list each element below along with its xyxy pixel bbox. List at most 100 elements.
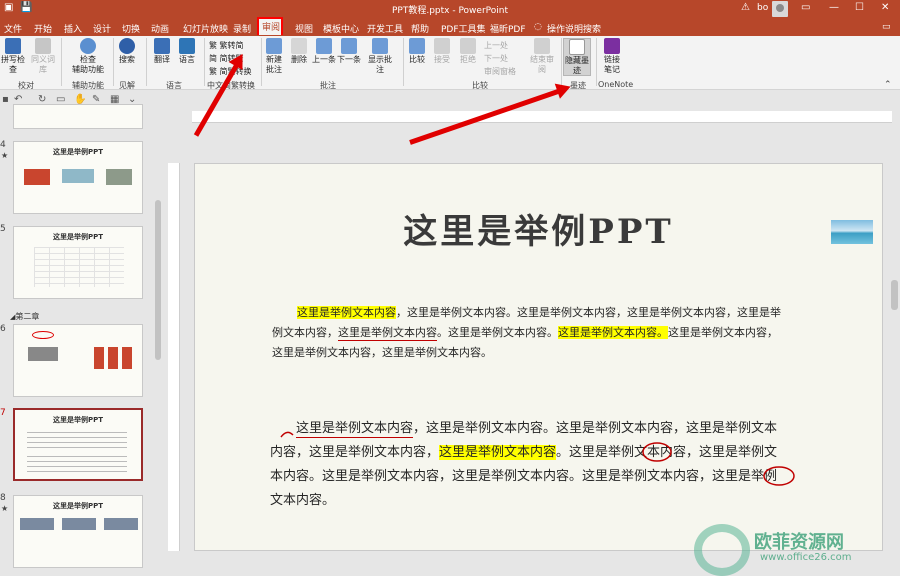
collapse-ribbon-icon[interactable]: ⌃ bbox=[884, 80, 892, 90]
group-label-accessibility: 辅助功能 bbox=[72, 81, 104, 90]
check-accessibility-button[interactable]: 检查 辅助功能 bbox=[66, 38, 110, 75]
maximize-icon[interactable]: ☐ bbox=[855, 2, 864, 13]
comments-icon[interactable]: ▭ bbox=[882, 22, 891, 32]
group-divider bbox=[561, 38, 562, 86]
group-label-ink: 墨迹 bbox=[570, 81, 586, 90]
user-name[interactable]: bo bbox=[757, 3, 768, 13]
thumbnail-image bbox=[62, 169, 94, 183]
onenote-icon bbox=[604, 38, 620, 54]
convert-icon: 繁 bbox=[209, 67, 217, 76]
slide-thumbnail-4[interactable]: 这里是举例PPT bbox=[13, 141, 143, 214]
ribbon-options-icon[interactable]: ▭ bbox=[801, 2, 810, 13]
tab-slideshow[interactable]: 幻灯片放映 bbox=[183, 22, 228, 35]
slide-thumbnail-panel: 4 ★ 这里是举例PPT 5 这里是举例PPT 第二章 6 7 这里是举例PPT… bbox=[0, 104, 162, 576]
minimize-icon[interactable]: — bbox=[829, 2, 839, 13]
group-label-comments: 批注 bbox=[320, 81, 336, 90]
prev-change-button[interactable]: 上一处 bbox=[484, 40, 508, 51]
thesaurus-button[interactable]: 同义词库 bbox=[28, 38, 58, 75]
tell-me-search[interactable]: 操作说明搜索 bbox=[547, 22, 601, 35]
slide-thumbnail-3[interactable] bbox=[13, 104, 143, 129]
new-comment-icon bbox=[266, 38, 282, 54]
animation-star-icon: ★ bbox=[1, 151, 9, 160]
slide-canvas[interactable]: 这里是举例PPT 这里是举例文本内容，这里是举例文本内容。这里是举例文本内容，这… bbox=[194, 163, 883, 551]
tab-animations[interactable]: 动画 bbox=[151, 22, 169, 35]
group-label-proofing: 校对 bbox=[18, 81, 34, 90]
translate-icon bbox=[154, 38, 170, 54]
tab-review[interactable]: 审阅 bbox=[257, 17, 283, 35]
ink-circle bbox=[763, 466, 795, 486]
tab-foxit-pdf[interactable]: 福昕PDF bbox=[490, 22, 526, 35]
group-divider bbox=[403, 38, 404, 86]
search-icon bbox=[119, 38, 135, 54]
avatar[interactable] bbox=[772, 1, 788, 17]
linked-notes-button[interactable]: 链接 笔记 bbox=[600, 38, 624, 75]
spelling-button[interactable]: 拼写检查 bbox=[0, 38, 26, 75]
tab-insert[interactable]: 插入 bbox=[64, 22, 82, 35]
accept-icon bbox=[434, 38, 450, 54]
end-review-icon bbox=[534, 38, 550, 54]
reject-button[interactable]: 拒绝 bbox=[457, 38, 479, 65]
trad-to-simp-button[interactable]: 繁 繁转简 bbox=[209, 40, 244, 51]
watermark-logo bbox=[694, 524, 750, 576]
tab-file[interactable]: 文件 bbox=[4, 22, 22, 35]
new-comment-button[interactable]: 新建 批注 bbox=[263, 38, 285, 75]
ink-annotations[interactable] bbox=[195, 164, 884, 552]
tab-home[interactable]: 开始 bbox=[34, 22, 52, 35]
slide-number: 7 bbox=[0, 408, 6, 418]
thumbnail-shape bbox=[104, 518, 138, 530]
translate-button[interactable]: 翻译 bbox=[151, 38, 173, 65]
group-label-onenote: OneNote bbox=[598, 80, 634, 89]
accept-button[interactable]: 接受 bbox=[431, 38, 453, 65]
tab-developer[interactable]: 开发工具 bbox=[367, 22, 403, 35]
thumbnail-shape bbox=[106, 169, 132, 185]
thumbnail-title: 这里是举例PPT bbox=[52, 416, 104, 424]
prev-comment-button[interactable]: 上一条 bbox=[312, 38, 336, 65]
group-divider bbox=[261, 38, 262, 86]
thumbnail-text bbox=[27, 456, 127, 476]
tab-help[interactable]: 帮助 bbox=[411, 22, 429, 35]
slide-thumbnail-6[interactable] bbox=[13, 324, 143, 397]
compare-button[interactable]: 比较 bbox=[406, 38, 428, 65]
slide-thumbnail-7[interactable]: 这里是举例PPT bbox=[13, 408, 143, 481]
next-comment-icon bbox=[341, 38, 357, 54]
tab-pdf-tools[interactable]: PDF工具集 bbox=[441, 22, 486, 35]
watermark-url: www.office26.com bbox=[760, 552, 852, 563]
review-pane-button[interactable]: 审阅窗格 bbox=[484, 66, 516, 77]
group-label-insights: 见解 bbox=[119, 81, 135, 90]
warning-icon: ⚠ bbox=[741, 2, 750, 13]
language-button[interactable]: 语言 bbox=[176, 38, 198, 65]
lightbulb-icon: ◌ bbox=[534, 22, 542, 32]
tab-design[interactable]: 设计 bbox=[93, 22, 111, 35]
slide-number: 6 bbox=[0, 324, 6, 334]
tab-record[interactable]: 录制 bbox=[233, 22, 251, 35]
tab-view[interactable]: 视图 bbox=[295, 22, 313, 35]
thumbnail-shape bbox=[28, 347, 58, 361]
thumbnail-scrollbar[interactable] bbox=[155, 200, 161, 360]
delete-comment-icon bbox=[291, 38, 307, 54]
slide-scrollbar[interactable] bbox=[891, 280, 898, 310]
delete-comment-button[interactable]: 删除 bbox=[288, 38, 310, 65]
group-divider bbox=[204, 38, 205, 86]
thumbnail-table bbox=[34, 247, 124, 287]
show-comments-button[interactable]: 显示批注 bbox=[365, 38, 395, 75]
group-divider bbox=[61, 38, 62, 86]
slide-number: 8 bbox=[0, 493, 6, 503]
next-change-button[interactable]: 下一处 bbox=[484, 53, 508, 64]
smart-lookup-button[interactable]: 搜索 bbox=[116, 38, 138, 65]
section-header[interactable]: 第二章 bbox=[10, 311, 39, 322]
save-icon[interactable]: ▪ bbox=[2, 94, 9, 105]
thumbnail-shape bbox=[94, 347, 134, 369]
end-review-button[interactable]: 结束审阅 bbox=[527, 38, 557, 75]
next-comment-button[interactable]: 下一条 bbox=[337, 38, 361, 65]
group-divider bbox=[113, 38, 114, 86]
horizontal-ruler bbox=[192, 111, 892, 123]
tab-template-center[interactable]: 模板中心 bbox=[323, 22, 359, 35]
convert-icon: 繁 bbox=[209, 41, 217, 50]
slide-thumbnail-5[interactable]: 这里是举例PPT bbox=[13, 226, 143, 299]
prev-comment-icon bbox=[316, 38, 332, 54]
tab-transitions[interactable]: 切换 bbox=[122, 22, 140, 35]
spelling-icon bbox=[5, 38, 21, 54]
close-icon[interactable]: ✕ bbox=[881, 2, 889, 13]
hide-ink-button[interactable]: 隐藏墨迹 bbox=[563, 38, 591, 76]
slide-thumbnail-8[interactable]: 这里是举例PPT bbox=[13, 495, 143, 568]
